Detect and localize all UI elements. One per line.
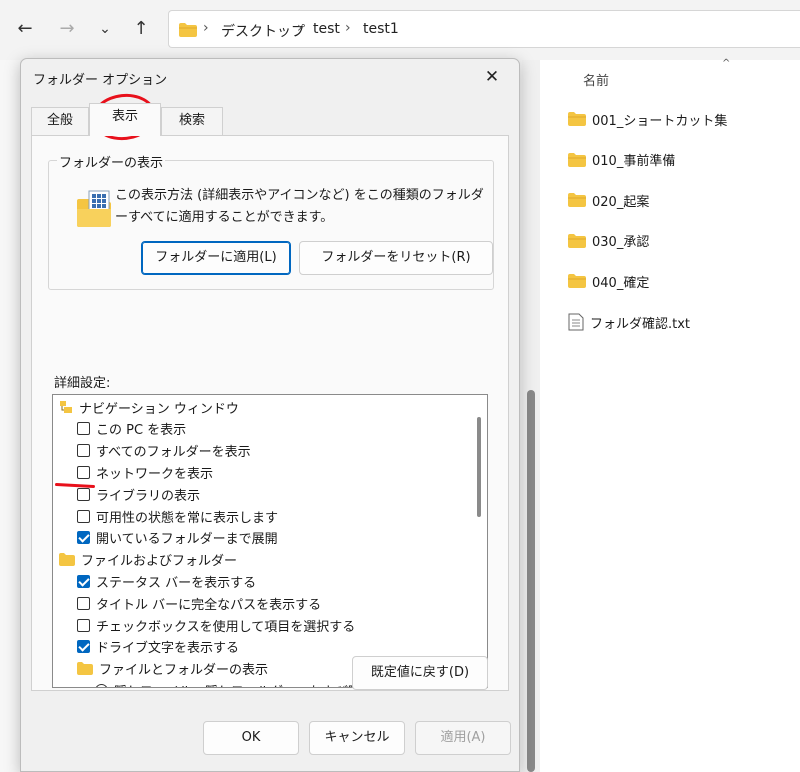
tree-row-label: ネットワークを表示 [96,466,214,482]
reset-folders-button[interactable]: フォルダーをリセット(R) [299,241,493,275]
breadcrumb-chevron-icon: › [297,20,303,36]
breadcrumb-item[interactable]: test1 [363,21,399,37]
tree-row[interactable]: すべてのフォルダーを表示 [77,440,251,462]
folder-icon [59,553,75,567]
up-arrow-icon[interactable]: ↑ [128,16,154,42]
file-name: 030_承認 [592,235,650,251]
tree-row[interactable]: タイトル バーに完全なパスを表示する [77,592,321,614]
folder-icon [568,193,586,208]
file-list-item[interactable]: 020_起案 [568,189,649,211]
group-description: この表示方法 (詳細表示やアイコンなど) をこの種類のフォルダーすべてに適用する… [115,188,484,225]
tree-row-label: ステータス バーを表示する [96,575,257,591]
tree-row[interactable]: 可用性の状態を常に表示します [77,505,278,527]
file-list-item[interactable]: 001_ショートカット集 [568,108,727,130]
tree-row-label: タイトル バーに完全なパスを表示する [96,597,322,613]
file-list-item[interactable]: 040_確定 [568,270,649,292]
folder-view-icon [77,190,111,227]
navigation-pane [0,60,20,772]
breadcrumb-chevron-icon: › [345,20,351,36]
file-name: 040_確定 [592,275,650,291]
file-name: フォルダ確認.txt [590,316,691,332]
file-list-item[interactable]: 010_事前準備 [568,149,675,171]
checkbox-checked[interactable] [77,640,90,654]
breadcrumb-chevron-icon: › [203,20,209,36]
folder-icon [77,662,93,676]
tree-row-label: 可用性の状態を常に表示します [96,510,279,526]
checkbox-unchecked[interactable] [77,422,90,436]
tree-row-label: ファイルおよびフォルダー [81,554,238,570]
file-name: 001_ショートカット集 [592,113,728,129]
tree-row[interactable]: ネットワークを表示 [77,461,213,483]
folder-icon [568,233,586,248]
recent-chevron-down-icon[interactable]: ⌄ [92,16,118,42]
checkbox-unchecked[interactable] [77,509,90,523]
navigation-pane-icon [60,401,72,413]
checkbox-unchecked[interactable] [77,618,90,632]
checkbox-unchecked[interactable] [77,444,90,458]
tree-row-label: この PC を表示 [96,423,187,439]
navigation-scroll-thumb[interactable] [527,390,535,772]
cancel-button[interactable]: キャンセル [309,721,405,755]
text-file-icon [568,313,584,331]
file-list-item[interactable]: 030_承認 [568,230,649,252]
tab-view[interactable]: 表示 [89,103,161,136]
advanced-settings-tree[interactable]: ナビゲーション ウィンドウこの PC を表示すべてのフォルダーを表示 ネットワーク… [52,394,488,688]
checkbox-checked[interactable] [77,574,90,588]
restore-defaults-button[interactable]: 既定値に戻す(D) [352,656,488,690]
tree-row-label: ライブラリの表示 [96,488,201,504]
tab-panel-view: フォルダーの表示 この表示方法 (詳細表示やアイコンなど) をこの種類のフォルダ… [31,135,509,691]
folder-options-dialog: フォルダー オプション ✕ 全般 表示 検索 フォルダーの表示 この表示方法 (… [20,58,520,772]
tree-row: ナビゲーション ウィンドウ [59,396,239,418]
tree-row[interactable]: チェックボックスを使用して項目を選択する [77,614,355,636]
tree-row[interactable]: 開いているフォルダーまで展開 [77,527,278,549]
tree-row-label: すべてのフォルダーを表示 [96,445,251,461]
tree-row[interactable]: ステータス バーを表示する [77,570,256,592]
tree-scroll-thumb[interactable] [477,417,481,517]
checkbox-checked[interactable] [77,531,90,545]
breadcrumb-item[interactable]: デスクトップ [221,21,305,41]
tree-row-label: チェックボックスを使用して項目を選択する [96,619,356,635]
file-list-item[interactable]: フォルダ確認.txt [568,311,690,333]
checkbox-unchecked[interactable] [77,487,90,501]
tree-row-label: ナビゲーション ウィンドウ [79,401,239,417]
close-icon[interactable]: ✕ [479,65,505,89]
tree-row: ファイルおよびフォルダー [59,549,237,571]
advanced-settings-label: 詳細設定: [54,376,111,391]
apply-to-folders-button[interactable]: フォルダーに適用(L) [141,241,291,275]
ok-button[interactable]: OK [203,721,299,755]
tree-row-label: 開いているフォルダーまで展開 [96,532,278,548]
tree-row[interactable]: ライブラリの表示 [77,483,200,505]
column-header-name[interactable]: 名前 [583,70,609,89]
folder-icon [568,112,586,126]
tab-general[interactable]: 全般 [31,107,89,135]
folder-icon [568,152,586,167]
checkbox-unchecked[interactable] [77,596,90,610]
tab-search[interactable]: 検索 [161,107,223,135]
back-arrow-icon[interactable]: ← [12,16,38,42]
dialog-title: フォルダー オプション [33,73,168,88]
folder-view-group: フォルダーの表示 この表示方法 (詳細表示やアイコンなど) をこの種類のフォルダ… [48,152,494,290]
tree-row[interactable]: この PC を表示 [77,418,186,440]
group-label: フォルダーの表示 [57,152,166,171]
tree-row-label: ファイルとフォルダーの表示 [99,663,269,679]
sort-up-icon: ^ [722,58,731,69]
apply-button[interactable]: 適用(A) [415,721,511,755]
forward-arrow-icon[interactable]: → [54,16,80,42]
address-bar[interactable]: › デスクトップ › test › test1 [168,10,800,48]
tree-row[interactable]: ドライブ文字を表示する [77,636,239,658]
breadcrumb-item[interactable]: test [313,21,340,37]
folder-icon [568,274,586,289]
file-name: 010_事前準備 [592,154,676,170]
radio-button[interactable] [95,683,108,687]
tree-row-label: ドライブ文字を表示する [96,641,240,657]
tree-row: ファイルとフォルダーの表示 [77,658,268,680]
folder-icon [179,23,197,37]
checkbox-unchecked[interactable] [77,465,90,479]
file-name: 020_起案 [592,194,650,210]
